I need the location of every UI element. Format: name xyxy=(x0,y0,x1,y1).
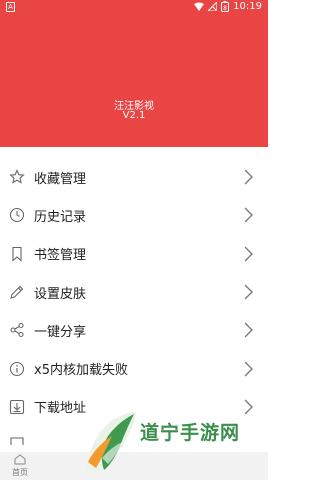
menu-item-label: x5内核加载失败 xyxy=(34,363,128,379)
tab-home[interactable]: 首页 xyxy=(8,454,32,478)
share-icon xyxy=(8,321,26,339)
star-icon xyxy=(8,168,26,186)
status-bar: A 8 10:19 xyxy=(0,0,268,16)
download-icon xyxy=(8,398,26,416)
info-icon xyxy=(8,360,26,378)
battery-icon: 8 xyxy=(221,1,230,12)
watermark-text: 道宁手游网 xyxy=(140,422,241,444)
menu-item-bookmarks[interactable]: 书签管理 xyxy=(0,235,268,273)
menu-item-label: 收藏管理 xyxy=(34,171,87,187)
wifi-icon xyxy=(194,2,205,11)
partial-menu-icon xyxy=(10,437,24,445)
chevron-right-icon xyxy=(241,283,255,301)
app-version: V2.1 xyxy=(122,110,146,121)
drawer-menu: 收藏管理 历史记录 书签管理 设置皮肤 一键分享 x5内核加载失败 下载地址 xyxy=(0,158,268,426)
menu-item-favorites[interactable]: 收藏管理 xyxy=(0,158,268,196)
bookmark-icon xyxy=(8,245,26,263)
menu-item-label: 设置皮肤 xyxy=(34,286,87,302)
chevron-right-icon xyxy=(241,168,255,186)
menu-item-label: 书签管理 xyxy=(34,248,87,264)
status-time: 10:19 xyxy=(233,1,262,12)
clock-icon xyxy=(8,206,26,224)
home-icon xyxy=(14,454,26,465)
drawer-header: 汪汪影视 V2.1 xyxy=(0,16,268,147)
pencil-icon xyxy=(8,283,26,301)
chevron-right-icon xyxy=(241,206,255,224)
chevron-right-icon xyxy=(241,245,255,263)
chevron-right-icon xyxy=(241,321,255,339)
menu-item-share[interactable]: 一键分享 xyxy=(0,311,268,349)
chevron-right-icon xyxy=(241,360,255,378)
menu-item-label: 历史记录 xyxy=(34,209,87,225)
menu-item-history[interactable]: 历史记录 xyxy=(0,196,268,234)
status-icons: 8 10:19 xyxy=(194,1,262,12)
watermark-logo xyxy=(86,411,136,472)
watermark: 道宁手游网 xyxy=(82,406,268,480)
battery-level: 8 xyxy=(223,5,227,12)
menu-item-x5-kernel[interactable]: x5内核加载失败 xyxy=(0,349,268,387)
menu-item-skin[interactable]: 设置皮肤 xyxy=(0,273,268,311)
tab-home-label: 首页 xyxy=(12,468,28,477)
app-notification-icon: A xyxy=(6,2,15,12)
no-signal-icon xyxy=(208,2,218,11)
menu-item-label: 下载地址 xyxy=(34,401,87,417)
menu-item-label: 一键分享 xyxy=(34,324,87,340)
